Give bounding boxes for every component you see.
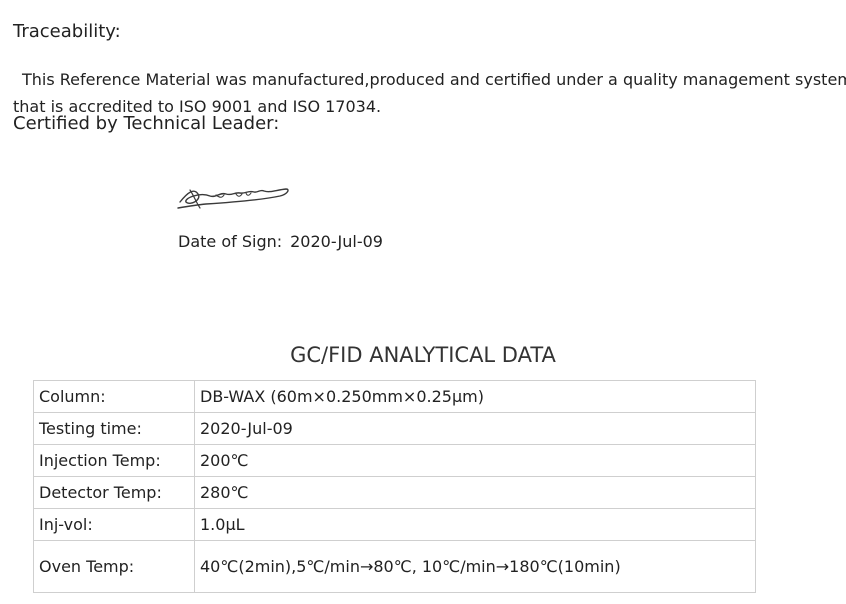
row-value-inj-vol: 1.0μL — [194, 508, 756, 541]
traceability-statement-line-1: This Reference Material was manufactured… — [22, 70, 846, 89]
table-row: Inj-vol: 1.0μL — [33, 508, 756, 541]
table-row: Detector Temp: 280℃ — [33, 476, 756, 509]
table-row: Column: DB-WAX (60m×0.250mm×0.25μm) — [33, 380, 756, 413]
row-label-testing-time: Testing time: — [33, 412, 195, 445]
date-of-sign: Date of Sign: 2020-Jul-09 — [178, 232, 383, 251]
row-label-column: Column: — [33, 380, 195, 413]
row-value-detector-temp: 280℃ — [194, 476, 756, 509]
signature-icon — [177, 188, 289, 209]
row-value-column: DB-WAX (60m×0.250mm×0.25μm) — [194, 380, 756, 413]
row-label-injection-temp: Injection Temp: — [33, 444, 195, 477]
traceability-heading: Traceability: — [13, 21, 121, 42]
date-of-sign-value: 2020-Jul-09 — [290, 232, 383, 251]
row-value-testing-time: 2020-Jul-09 — [194, 412, 756, 445]
row-value-oven-temp: 40℃(2min),5℃/min→80℃, 10℃/min→180℃(10min… — [194, 540, 756, 593]
certified-by-heading: Certified by Technical Leader: — [13, 113, 280, 134]
table-row: Testing time: 2020-Jul-09 — [33, 412, 756, 445]
row-label-oven-temp: Oven Temp: — [33, 540, 195, 593]
table-row: Oven Temp: 40℃(2min),5℃/min→80℃, 10℃/min… — [33, 540, 756, 593]
analytical-data-table: Column: DB-WAX (60m×0.250mm×0.25μm) Test… — [33, 380, 756, 593]
row-label-detector-temp: Detector Temp: — [33, 476, 195, 509]
table-row: Injection Temp: 200℃ — [33, 444, 756, 477]
row-value-injection-temp: 200℃ — [194, 444, 756, 477]
analytical-data-title: GC/FID ANALYTICAL DATA — [290, 343, 556, 367]
row-label-inj-vol: Inj-vol: — [33, 508, 195, 541]
date-of-sign-label: Date of Sign: — [178, 232, 283, 251]
